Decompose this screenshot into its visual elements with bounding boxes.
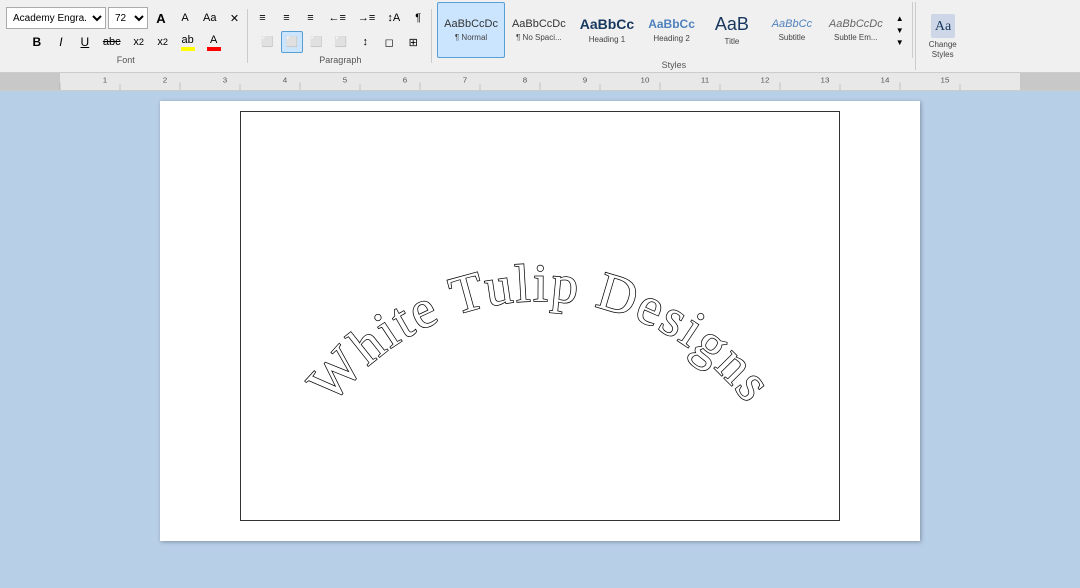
svg-text:11: 11	[701, 76, 709, 85]
multilevel-button[interactable]: ≡	[299, 7, 321, 29]
style-normal[interactable]: AaBbCcDc ¶ Normal	[437, 2, 505, 58]
align-left-button[interactable]: ⬜	[256, 31, 278, 53]
ruler-svg: 1 2 3 4 5 6 7 8 9 10 11 12 13 14 15	[0, 73, 1080, 90]
svg-text:15: 15	[941, 76, 950, 85]
size-select[interactable]: 72	[108, 7, 148, 29]
svg-text:7: 7	[463, 76, 467, 85]
highlight-color-swatch	[181, 47, 195, 51]
clear-format-button[interactable]: ✕	[223, 7, 245, 29]
align-center-button[interactable]: ⬜	[281, 31, 303, 53]
svg-text:5: 5	[343, 76, 347, 85]
line-spacing-button[interactable]: ↕	[354, 31, 376, 53]
align-right-button[interactable]: ⬜	[305, 31, 327, 53]
gallery-up-arrow[interactable]: ▲	[892, 12, 908, 24]
justify-button[interactable]: ⬜	[330, 31, 352, 53]
svg-text:Aa: Aa	[935, 19, 952, 34]
font-group-label: Font	[117, 55, 135, 65]
bullets-button[interactable]: ≡	[251, 7, 273, 29]
paragraph-group-label: Paragraph	[319, 55, 361, 65]
increase-indent-button[interactable]: →≡	[353, 7, 380, 29]
svg-text:13: 13	[821, 76, 830, 85]
highlight-button[interactable]: ab	[176, 31, 200, 53]
style-subtitle[interactable]: AaBbCc Subtitle	[762, 2, 822, 58]
svg-text:3: 3	[223, 76, 227, 85]
toolbar-container: Academy Engra... 72 A A Aa ✕ B I U abc x…	[0, 0, 1080, 91]
italic-button[interactable]: I	[50, 31, 72, 53]
arc-text-svg: White Tulip Designs	[241, 112, 839, 520]
font-color-swatch	[207, 47, 221, 51]
show-marks-button[interactable]: ¶	[407, 7, 429, 29]
superscript-button[interactable]: x2	[152, 31, 174, 53]
bold-button[interactable]: B	[26, 31, 48, 53]
styles-group-label: Styles	[435, 60, 913, 70]
style-no-spacing[interactable]: AaBbCcDc ¶ No Spaci...	[505, 2, 573, 58]
svg-text:10: 10	[641, 76, 651, 85]
svg-text:9: 9	[583, 76, 587, 85]
style-heading1[interactable]: AaBbCc Heading 1	[573, 2, 641, 58]
ruler: 1 2 3 4 5 6 7 8 9 10 11 12 13 14 15	[0, 73, 1080, 91]
strikethrough-button[interactable]: abc	[98, 31, 126, 53]
grow-font-button[interactable]: A	[150, 7, 172, 29]
underline-button[interactable]: U	[74, 31, 96, 53]
gallery-more-arrow[interactable]: ▼	[892, 36, 908, 48]
decrease-indent-button[interactable]: ←≡	[323, 7, 350, 29]
gallery-scroll: ▲ ▼ ▼	[890, 12, 910, 48]
change-styles-button[interactable]: Aa Change Styles	[917, 8, 969, 64]
ribbon-row1: Academy Engra... 72 A A Aa ✕ B I U abc x…	[0, 0, 1080, 73]
font-color-button[interactable]: A	[202, 31, 226, 53]
styles-group: AaBbCcDc ¶ Normal AaBbCcDc ¶ No Spaci...…	[433, 2, 916, 70]
styles-gallery: AaBbCcDc ¶ Normal AaBbCcDc ¶ No Spaci...…	[435, 2, 913, 58]
shading-button[interactable]: ◻	[378, 31, 400, 53]
svg-text:8: 8	[523, 76, 527, 85]
svg-text:1: 1	[103, 76, 107, 85]
style-heading2[interactable]: AaBbCc Heading 2	[641, 2, 702, 58]
shrink-font-button[interactable]: A	[174, 7, 196, 29]
page-content[interactable]: White Tulip Designs	[240, 111, 840, 521]
svg-text:4: 4	[283, 76, 288, 85]
gallery-down-arrow[interactable]: ▼	[892, 24, 908, 36]
style-title[interactable]: AaB Title	[702, 2, 762, 58]
svg-text:14: 14	[881, 76, 891, 85]
change-styles-icon: Aa	[929, 12, 957, 40]
svg-text:6: 6	[403, 76, 407, 85]
paragraph-group: ≡ ≡ ≡ ←≡ →≡ ↕A ¶ ⬜ ⬜ ⬜ ⬜ ↕ ◻ ⊞ Para	[249, 9, 432, 63]
change-styles-label: Change Styles	[923, 40, 963, 59]
sort-button[interactable]: ↕A	[382, 7, 405, 29]
document-area: White Tulip Designs	[0, 91, 1080, 569]
borders-button[interactable]: ⊞	[402, 31, 424, 53]
svg-text:2: 2	[163, 76, 167, 85]
style-subtle-em[interactable]: AaBbCcDc Subtle Em...	[822, 2, 890, 58]
subscript-button[interactable]: x2	[128, 31, 150, 53]
page: White Tulip Designs	[160, 101, 920, 541]
case-button[interactable]: Aa	[198, 7, 221, 29]
svg-text:White Tulip Designs: White Tulip Designs	[296, 253, 786, 413]
font-select[interactable]: Academy Engra...	[6, 7, 106, 29]
svg-text:12: 12	[761, 76, 770, 85]
numbering-button[interactable]: ≡	[275, 7, 297, 29]
font-group: Academy Engra... 72 A A Aa ✕ B I U abc x…	[4, 9, 248, 63]
